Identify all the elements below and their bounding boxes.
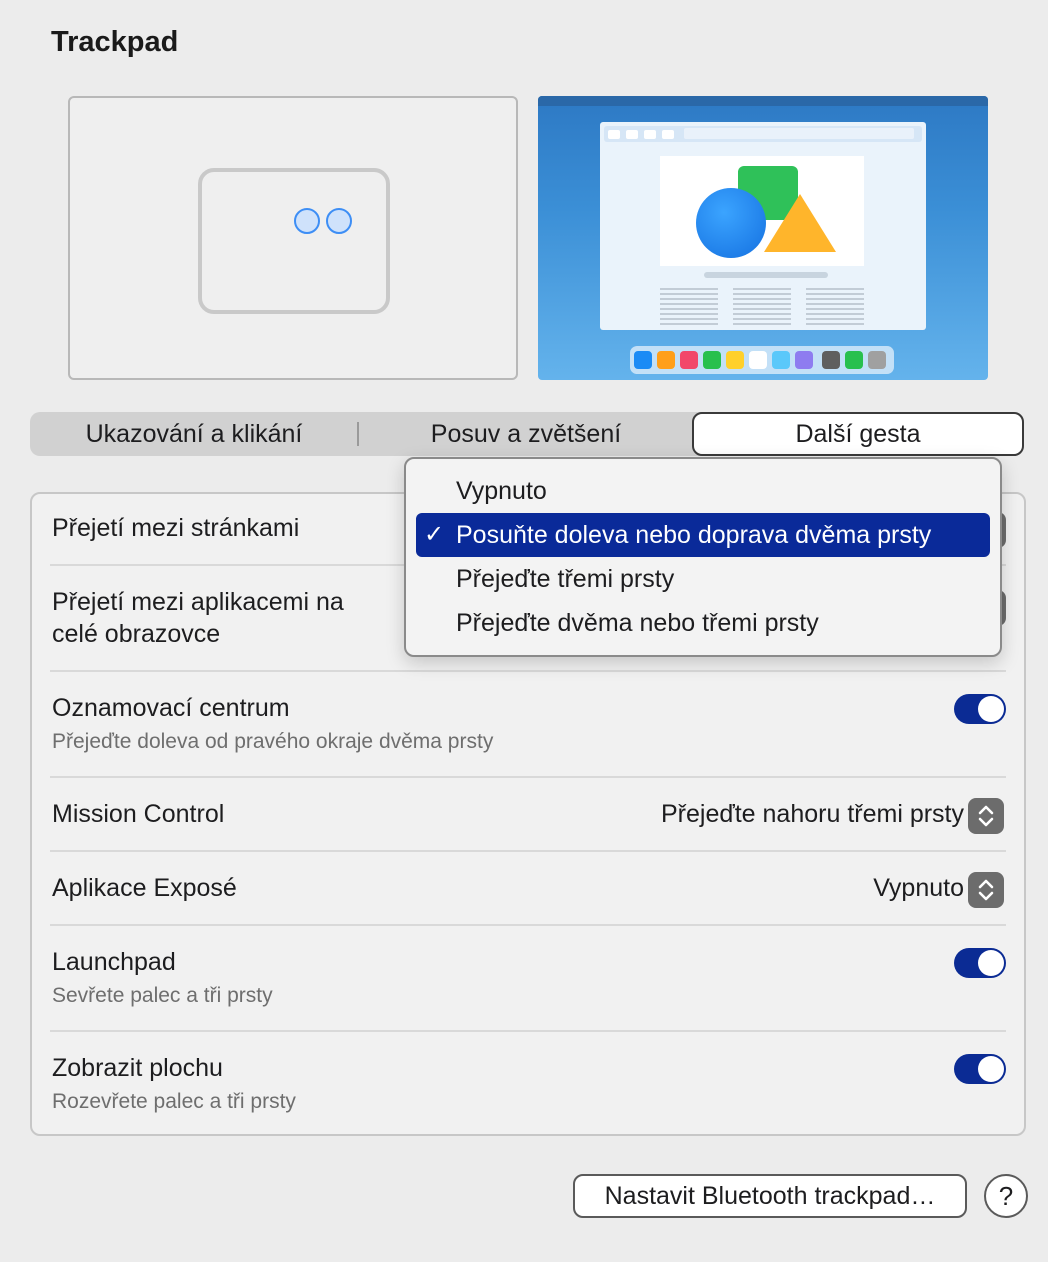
menu-item-off[interactable]: Vypnuto xyxy=(416,469,990,513)
show-desktop-label: Zobrazit plochu xyxy=(52,1054,223,1082)
swipe-between-pages-label: Přejetí mezi stránkami xyxy=(52,514,300,542)
document-canvas xyxy=(660,156,864,266)
chevron-up-down-icon xyxy=(978,805,994,827)
finger-dot-icon xyxy=(326,208,352,234)
tab-pointing-clicking[interactable]: Ukazování a klikání xyxy=(30,412,358,456)
tab-divider xyxy=(357,422,359,446)
finger-dot-icon xyxy=(294,208,320,234)
notification-center-label: Oznamovací centrum xyxy=(52,694,290,722)
menu-item-swipe-two-or-three-fingers[interactable]: Přejeďte dvěma nebo třemi prsty xyxy=(416,601,990,645)
tab-more-gestures-label: Další gesta xyxy=(795,420,921,448)
launchpad-label: Launchpad xyxy=(52,948,176,976)
launchpad-row: Launchpad Sevřete palec a tři prsty xyxy=(50,946,1006,1012)
checkmark-icon: ✓ xyxy=(424,521,445,548)
swipe-between-apps-label-line2: celé obrazovce xyxy=(52,620,221,648)
gesture-preview-trackpad xyxy=(68,96,518,380)
mission-control-value[interactable]: Přejeďte nahoru třemi prsty xyxy=(661,800,964,829)
menu-item-swipe-three-fingers[interactable]: Přejeďte třemi prsty xyxy=(416,557,990,601)
launchpad-description: Sevřete palec a tři prsty xyxy=(52,984,273,1007)
chevron-up-down-icon xyxy=(978,879,994,901)
app-expose-label: Aplikace Exposé xyxy=(52,874,237,902)
help-button[interactable]: ? xyxy=(984,1174,1028,1218)
page-title: Trackpad xyxy=(51,26,179,58)
setup-bluetooth-trackpad-button[interactable]: Nastavit Bluetooth trackpad… xyxy=(573,1174,967,1218)
show-desktop-row: Zobrazit plochu Rozevřete palec a tři pr… xyxy=(50,1052,1006,1118)
show-desktop-toggle[interactable] xyxy=(954,1054,1006,1084)
tab-more-gestures[interactable]: Další gesta xyxy=(692,412,1024,456)
swipe-between-apps-label-line1: Přejetí mezi aplikacemi na xyxy=(52,588,344,616)
blue-circle-icon xyxy=(696,188,766,258)
notification-center-row: Oznamovací centrum Přejeďte doleva od pr… xyxy=(50,692,1006,758)
launchpad-toggle[interactable] xyxy=(954,948,1006,978)
menu-bar xyxy=(538,96,988,106)
mission-control-stepper[interactable] xyxy=(968,798,1004,834)
notification-center-toggle[interactable] xyxy=(954,694,1006,724)
app-window-illustration xyxy=(600,122,926,330)
mission-control-row: Mission Control Přejeďte nahoru třemi pr… xyxy=(50,796,1006,836)
menu-item-scroll-two-fingers[interactable]: ✓ Posuňte doleva nebo doprava dvěma prst… xyxy=(416,513,990,557)
app-expose-row: Aplikace Exposé Vypnuto xyxy=(50,870,1006,910)
tab-bar: Ukazování a klikání Posuv a zvětšení Dal… xyxy=(30,412,1024,456)
notification-center-description: Přejeďte doleva od pravého okraje dvěma … xyxy=(52,730,494,753)
show-desktop-description: Rozevřete palec a tři prsty xyxy=(52,1090,296,1113)
orange-triangle-icon xyxy=(764,194,836,252)
trackpad-illustration xyxy=(198,168,390,314)
app-expose-stepper[interactable] xyxy=(968,872,1004,908)
swipe-pages-dropdown-menu: Vypnuto ✓ Posuňte doleva nebo doprava dv… xyxy=(404,457,1002,657)
app-expose-value[interactable]: Vypnuto xyxy=(873,874,964,903)
browser-toolbar xyxy=(604,126,922,142)
gesture-preview-screen xyxy=(538,96,988,380)
mission-control-label: Mission Control xyxy=(52,800,225,828)
dock-illustration xyxy=(630,346,894,374)
tab-scroll-zoom[interactable]: Posuv a zvětšení xyxy=(360,412,692,456)
